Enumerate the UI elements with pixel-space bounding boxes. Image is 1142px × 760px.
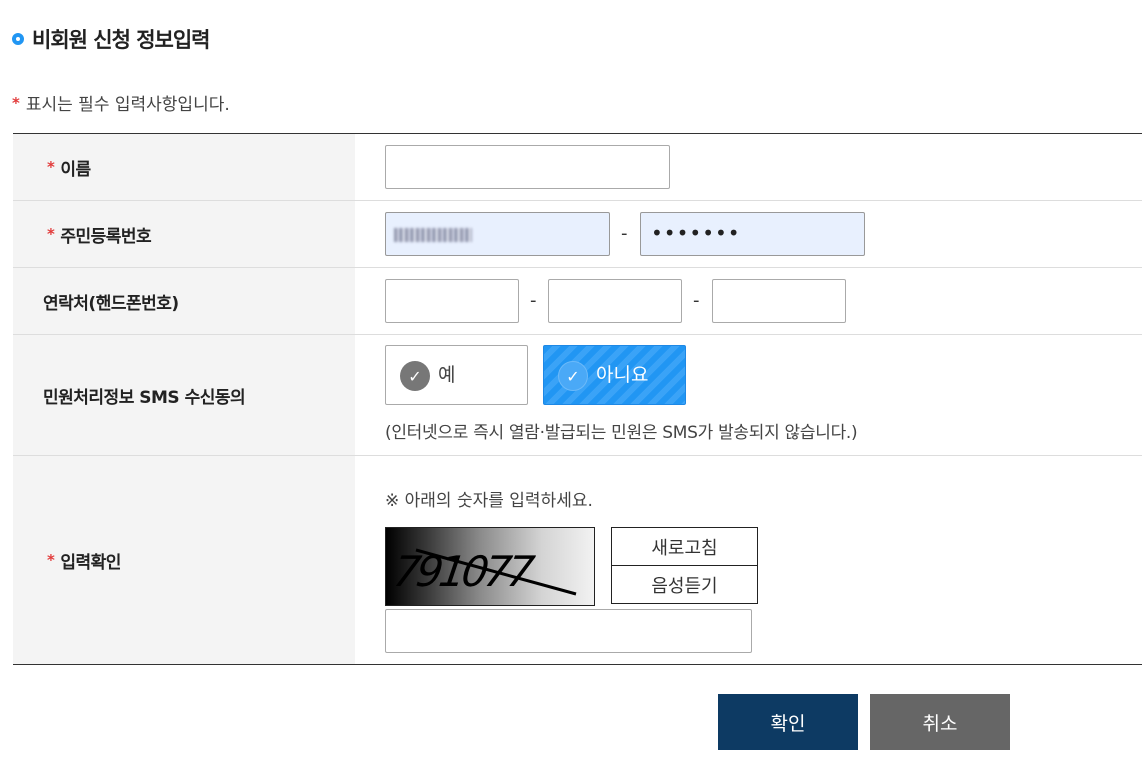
resident-number-input-cell: - ••••••• [355, 201, 1142, 267]
resident-number-label-cell: * 주민등록번호 [13, 201, 355, 267]
phone-part1-input[interactable] [385, 279, 519, 323]
sms-consent-yes-label: 예 [438, 364, 456, 386]
required-note-text: 표시는 필수 입력사항입니다. [25, 95, 230, 115]
sms-consent-label: 민원처리정보 SMS 수신동의 [43, 387, 246, 408]
phone-label: 연락처(핸드폰번호) [43, 293, 179, 314]
resident-number-separator: - [621, 223, 628, 244]
check-circle-icon: ✓ [558, 361, 588, 391]
circle-bullet-icon [12, 33, 24, 45]
sms-consent-no-option[interactable]: ✓ 아니요 [543, 345, 686, 405]
captcha-refresh-button[interactable]: 새로고침 [611, 527, 758, 566]
captcha-label-cell: * 입력확인 [13, 456, 355, 664]
captcha-image: 791077 [385, 527, 595, 606]
phone-separator-2: - [693, 290, 700, 311]
required-star-icon: * [47, 225, 55, 243]
name-input[interactable] [385, 145, 670, 189]
application-form: * 이름 * 주민등록번호 - ••••••• 연락처(핸드폰번호) - - 민… [13, 133, 1142, 665]
resident-number-front-input[interactable] [385, 212, 610, 256]
page-title: 비회원 신청 정보입력 [32, 28, 211, 52]
phone-part2-input[interactable] [548, 279, 682, 323]
blurred-value [394, 228, 472, 242]
captcha-text: 791077 [390, 547, 537, 596]
sms-consent-row: 민원처리정보 SMS 수신동의 ✓ 예 ✓ 아니요 (인터넷으로 즉시 열람·발… [13, 335, 1142, 456]
required-star-icon: * [12, 93, 20, 112]
required-note: * 표시는 필수 입력사항입니다. [12, 90, 230, 116]
phone-row: 연락처(핸드폰번호) - - [13, 268, 1142, 335]
name-label: 이름 [60, 159, 91, 180]
required-star-icon: * [47, 551, 55, 569]
captcha-instruction: ※ 아래의 숫자를 입력하세요. [385, 491, 593, 511]
phone-input-cell: - - [355, 268, 1142, 334]
page-header: 비회원 신청 정보입력 [12, 24, 211, 54]
phone-part3-input[interactable] [712, 279, 846, 323]
name-input-cell [355, 134, 1142, 200]
resident-number-label: 주민등록번호 [60, 226, 152, 247]
captcha-audio-button[interactable]: 음성듣기 [611, 565, 758, 604]
sms-consent-options-cell: ✓ 예 ✓ 아니요 (인터넷으로 즉시 열람·발급되는 민원은 SMS가 발송되… [355, 335, 1142, 455]
captcha-label: 입력확인 [60, 552, 121, 573]
captcha-cell: ※ 아래의 숫자를 입력하세요. 791077 새로고침 음성듣기 [355, 456, 1142, 664]
resident-number-row: * 주민등록번호 - ••••••• [13, 201, 1142, 268]
captcha-row: * 입력확인 ※ 아래의 숫자를 입력하세요. 791077 새로고침 음성듣기 [13, 456, 1142, 664]
name-label-cell: * 이름 [13, 134, 355, 200]
captcha-input[interactable] [385, 609, 752, 653]
captcha-graphic: 791077 [390, 547, 577, 596]
sms-consent-yes-option[interactable]: ✓ 예 [385, 345, 528, 405]
masked-value: ••••••• [651, 221, 741, 245]
required-star-icon: * [47, 158, 55, 176]
cancel-button[interactable]: 취소 [870, 694, 1010, 750]
name-row: * 이름 [13, 134, 1142, 201]
sms-consent-note: (인터넷으로 즉시 열람·발급되는 민원은 SMS가 발송되지 않습니다.) [385, 423, 858, 443]
confirm-button[interactable]: 확인 [718, 694, 858, 750]
check-circle-icon: ✓ [400, 361, 430, 391]
sms-consent-no-label: 아니요 [596, 364, 649, 386]
sms-consent-label-cell: 민원처리정보 SMS 수신동의 [13, 335, 355, 455]
resident-number-back-input[interactable]: ••••••• [640, 212, 865, 256]
phone-label-cell: 연락처(핸드폰번호) [13, 268, 355, 334]
phone-separator-1: - [530, 290, 537, 311]
